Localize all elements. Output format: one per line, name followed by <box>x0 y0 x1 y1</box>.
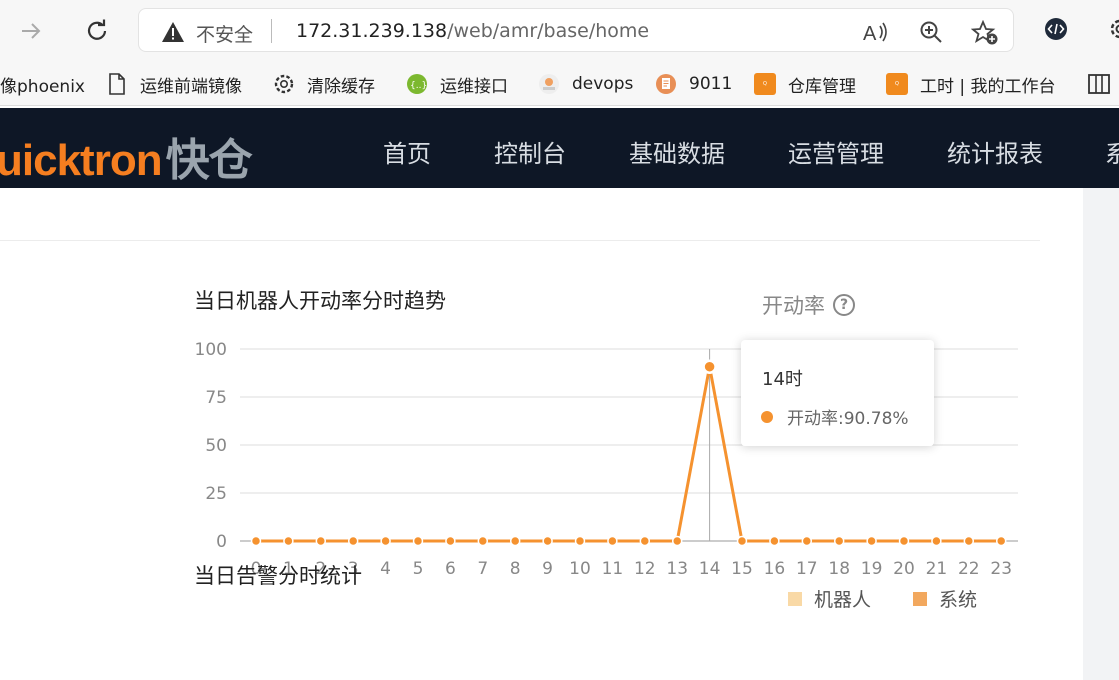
x-tick-label: 20 <box>893 559 915 579</box>
chart-tooltip: 14时 开动率:90.78% <box>741 340 934 446</box>
legend-swatch-robot <box>788 591 802 606</box>
data-point <box>315 535 327 547</box>
legend-label-system: 系统 <box>939 589 978 611</box>
x-tick-label: 22 <box>958 559 980 579</box>
data-point <box>250 535 262 547</box>
tooltip-title: 14时 <box>762 369 803 390</box>
data-point <box>347 535 359 547</box>
x-tick-label: 21 <box>926 559 948 579</box>
data-point <box>833 535 845 547</box>
utilization-line-chart: 02550751000 1 2 3 4 5 6 7 8 9 10 11 12 13 14 15 16 17 18 19… <box>195 340 1018 579</box>
data-point <box>380 535 391 547</box>
legend-label-robot: 机器人 <box>814 589 872 611</box>
data-point <box>445 535 456 547</box>
y-tick-label: 100 <box>195 340 227 360</box>
data-point <box>542 535 553 547</box>
x-tick-label: 23 <box>990 559 1012 579</box>
x-tick-label: 12 <box>634 559 656 579</box>
y-tick-label: 25 <box>205 484 227 504</box>
data-point <box>931 535 942 547</box>
tooltip-series-dot <box>761 410 773 423</box>
x-tick-label: 7 <box>477 559 488 579</box>
x-tick-label: 17 <box>796 559 818 579</box>
data-point <box>963 535 975 547</box>
y-tick-label: 75 <box>205 388 227 408</box>
x-tick-label: 11 <box>602 559 624 579</box>
tooltip-row: 开动率:90.78% <box>761 404 909 429</box>
data-point <box>574 535 586 547</box>
x-tick-label: 9 <box>542 559 553 579</box>
x-tick-label: 10 <box>569 559 591 579</box>
data-point <box>639 535 651 547</box>
data-point <box>898 535 910 547</box>
data-point <box>283 535 294 547</box>
data-point <box>769 535 780 547</box>
legend-swatch-system <box>913 591 927 606</box>
data-point <box>509 535 521 547</box>
y-tick-label: 0 <box>216 532 227 552</box>
data-point <box>736 535 748 547</box>
data-point <box>995 535 1007 547</box>
x-tick-label: 5 <box>413 559 424 579</box>
y-tick-label: 50 <box>205 436 227 456</box>
x-tick-label: 19 <box>861 559 883 579</box>
data-point <box>477 535 489 547</box>
legend-system[interactable]: 系统 <box>913 585 977 612</box>
x-tick-label: 8 <box>510 559 521 579</box>
legend-robot[interactable]: 机器人 <box>788 585 871 612</box>
x-tick-label: 13 <box>666 559 688 579</box>
alarm-section-title: 当日告警分时统计 <box>194 564 362 588</box>
x-tick-label: 16 <box>764 559 786 579</box>
data-point <box>671 535 683 547</box>
data-point <box>607 535 618 547</box>
x-tick-label: 14 <box>699 559 721 579</box>
x-tick-label: 4 <box>380 559 391 579</box>
tooltip-value: 开动率:90.78% <box>787 409 909 429</box>
data-point <box>412 535 424 547</box>
x-tick-label: 15 <box>731 559 753 579</box>
data-point <box>866 535 877 547</box>
x-tick-label: 6 <box>445 559 456 579</box>
x-tick-label: 18 <box>828 559 850 579</box>
data-point <box>702 359 717 374</box>
data-point <box>801 535 813 547</box>
